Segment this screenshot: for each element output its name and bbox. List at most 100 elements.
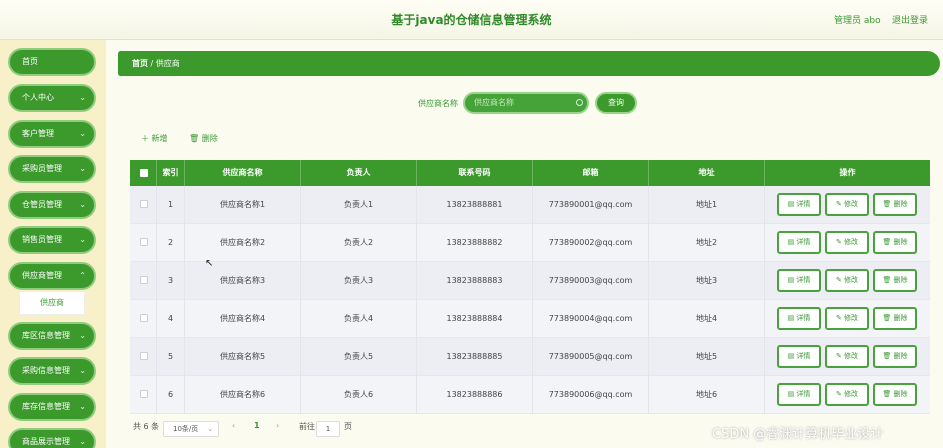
chevron-down-icon: ⌄ (79, 93, 86, 102)
table-row: 6 供应商名称6 负责人6 13823888886 773890006@qq.com 地址… (130, 376, 930, 414)
table-row: 4 供应商名称4 负责人4 13823888884 773890004@qq.com 地址… (130, 300, 930, 338)
cell-index: 2 (157, 224, 185, 262)
sidebar-item-storage-area[interactable]: 库区信息管理 ⌄ (8, 322, 96, 350)
sidebar-item-customer[interactable]: 客户管理 ⌄ (8, 120, 96, 148)
cell-email: 773890001@qq.com (533, 186, 649, 224)
row-checkbox[interactable] (140, 390, 148, 398)
page-size-select[interactable]: 10条/页 ⌄ (163, 421, 219, 437)
row-checkbox[interactable] (140, 200, 148, 208)
column-header: 操作 (839, 168, 856, 177)
cell-name: 供应商名称5 (185, 338, 301, 376)
edit-button[interactable]: ✎ 修改 (825, 269, 869, 292)
logout-link[interactable]: 退出登录 (892, 13, 928, 26)
edit-button[interactable]: ✎ 修改 (825, 345, 869, 368)
page-size-value: 10条/页 (173, 425, 199, 433)
detail-button[interactable]: ▤ 详情 (777, 193, 821, 216)
row-checkbox[interactable] (140, 238, 148, 246)
breadcrumb: 首页 / 供应商 (118, 51, 940, 76)
sidebar-item-purchaser[interactable]: 采购员管理 ⌄ (8, 155, 96, 183)
cell-address: 地址6 (649, 376, 765, 414)
sidebar-item-supplier[interactable]: 供应商管理 ⌃ (8, 262, 96, 290)
prev-page-button[interactable]: ‹ (232, 421, 235, 430)
cell-address: 地址4 (649, 300, 765, 338)
sidebar-subitem-supplier[interactable]: 供应商 (19, 291, 85, 315)
cell-phone: 13823888883 (417, 262, 533, 300)
cell-name: 供应商名称1 (185, 186, 301, 224)
cell-email: 773890006@qq.com (533, 376, 649, 414)
delete-button[interactable]: 🗑 删除 (873, 383, 917, 406)
add-button[interactable]: ＋ 新增 (141, 133, 168, 144)
goto-page-input[interactable]: 1 (316, 421, 340, 437)
table-row: 1 供应商名称1 负责人1 13823888881 773890001@qq.com 地址… (130, 186, 930, 224)
sidebar-item-label: 客户管理 (22, 129, 54, 138)
page-number-current[interactable]: 1 (254, 421, 260, 430)
row-select-cell (130, 300, 157, 338)
cell-address: 地址3 (649, 262, 765, 300)
sidebar-item-salesperson[interactable]: 销售员管理 ⌄ (8, 226, 96, 254)
select-all-cell (130, 160, 157, 186)
cell-phone: 13823888881 (417, 186, 533, 224)
chevron-down-icon: ⌄ (207, 425, 213, 433)
sidebar-item-home[interactable]: 首页 (8, 48, 96, 76)
cell-index: 1 (157, 186, 185, 224)
chevron-up-icon: ⌃ (79, 271, 86, 280)
edit-button[interactable]: ✎ 修改 (825, 193, 869, 216)
cell-owner: 负责人4 (301, 300, 417, 338)
cell-phone: 13823888882 (417, 224, 533, 262)
watermark: CSDN @睿渊计算机毕业设计 (712, 427, 884, 442)
cell-owner: 负责人3 (301, 262, 417, 300)
edit-button[interactable]: ✎ 修改 (825, 231, 869, 254)
sidebar-item-purchase-info[interactable]: 采购信息管理 ⌄ (8, 357, 96, 385)
delete-button[interactable]: 🗑 删除 (873, 269, 917, 292)
cell-email: 773890002@qq.com (533, 224, 649, 262)
row-checkbox[interactable] (140, 352, 148, 360)
sidebar-item-label: 仓管员管理 (22, 200, 62, 209)
search-icon (576, 99, 583, 106)
cell-address: 地址5 (649, 338, 765, 376)
detail-button[interactable]: ▤ 详情 (777, 345, 821, 368)
select-all-checkbox[interactable] (140, 169, 148, 177)
cell-email: 773890003@qq.com (533, 262, 649, 300)
breadcrumb-home[interactable]: 首页 (132, 59, 148, 68)
chevron-down-icon: ⌄ (79, 200, 86, 209)
admin-user-label[interactable]: 管理员 abo (834, 13, 881, 26)
sidebar-item-inventory[interactable]: 库存信息管理 ⌄ (8, 393, 96, 421)
sidebar-item-profile[interactable]: 个人中心 ⌄ (8, 84, 96, 112)
sidebar-item-label: 库存信息管理 (22, 402, 70, 411)
chevron-down-icon: ⌄ (79, 366, 86, 375)
cell-owner: 负责人1 (301, 186, 417, 224)
row-select-cell (130, 224, 157, 262)
cell-index: 4 (157, 300, 185, 338)
delete-button[interactable]: 🗑 删除 (873, 345, 917, 368)
chevron-down-icon: ⌄ (79, 331, 86, 340)
edit-button[interactable]: ✎ 修改 (825, 307, 869, 330)
chevron-down-icon: ⌄ (79, 164, 86, 173)
actions-cell: ▤ 详情 ✎ 修改 🗑 删除 (765, 224, 930, 262)
column-header: 邮箱 (533, 160, 649, 186)
column-header: 负责人 (301, 160, 417, 186)
sidebar-item-warehouse-keeper[interactable]: 仓管员管理 ⌄ (8, 191, 96, 219)
cell-name: 供应商名称3 (185, 262, 301, 300)
row-checkbox[interactable] (140, 276, 148, 284)
sidebar-item-product-display[interactable]: 商品展示管理 ⌄ (8, 428, 96, 448)
detail-button[interactable]: ▤ 详情 (777, 231, 821, 254)
sidebar-item-label: 商品展示管理 (22, 437, 70, 446)
query-button[interactable]: 查询 (595, 92, 637, 114)
sidebar-item-label: 库区信息管理 (22, 331, 70, 340)
row-select-cell (130, 338, 157, 376)
delete-button[interactable]: 🗑 删除 (873, 193, 917, 216)
delete-button[interactable]: 🗑 删除 (873, 307, 917, 330)
cell-name: 供应商名称6 (185, 376, 301, 414)
batch-delete-button[interactable]: 🗑 删除 (189, 133, 218, 144)
delete-button[interactable]: 🗑 删除 (873, 231, 917, 254)
row-checkbox[interactable] (140, 314, 148, 322)
mouse-cursor-icon: ↖ (205, 258, 214, 269)
breadcrumb-current: 供应商 (155, 59, 180, 68)
sidebar-item-label: 个人中心 (22, 93, 54, 102)
edit-button[interactable]: ✎ 修改 (825, 383, 869, 406)
detail-button[interactable]: ▤ 详情 (777, 307, 821, 330)
next-page-button[interactable]: › (276, 421, 279, 430)
supplier-name-search-input[interactable]: 供应商名称 (463, 92, 589, 114)
detail-button[interactable]: ▤ 详情 (777, 269, 821, 292)
detail-button[interactable]: ▤ 详情 (777, 383, 821, 406)
